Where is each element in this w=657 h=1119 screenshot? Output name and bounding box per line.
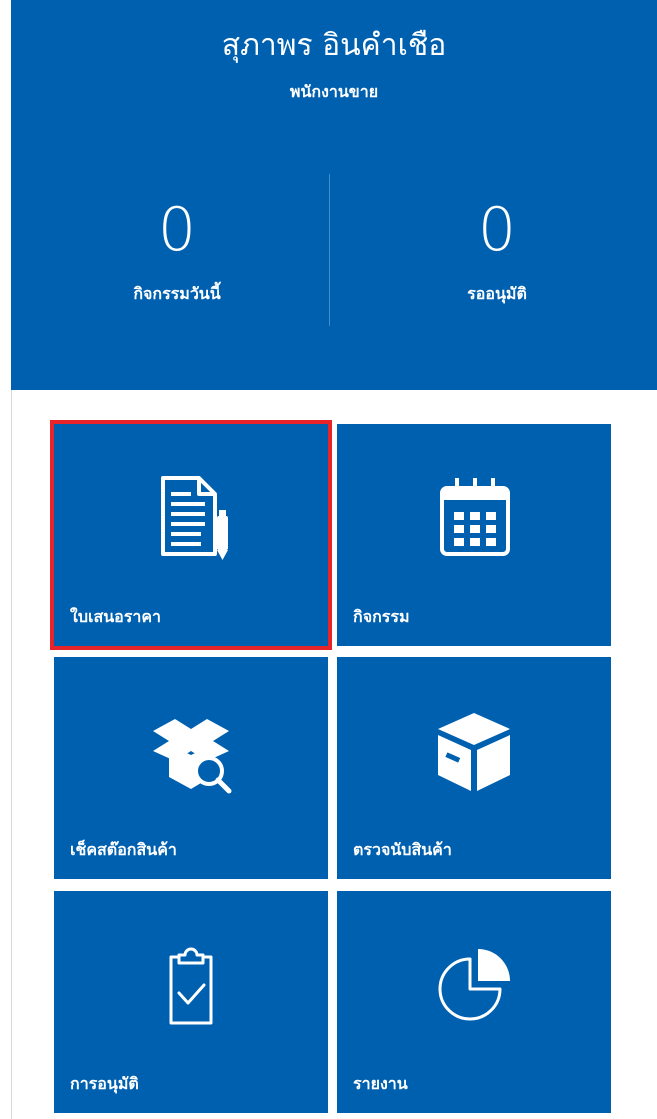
tile-quotation-label: ใบเสนอราคา [70, 607, 162, 626]
stat-pending-approval-label: รออนุมัติ [467, 284, 527, 303]
tile-stock-count-label: ตรวจนับสินค้า [353, 840, 452, 859]
stat-divider [329, 174, 330, 326]
profile-header: สุภาพร อินคำเชือ พนักงานขาย 0 กิจกรรมวัน… [11, 0, 657, 390]
stat-activities-today[interactable]: 0 กิจกรรมวันนี้ [57, 200, 297, 306]
tile-stock-check-label: เช็คสต๊อกสินค้า [70, 840, 177, 859]
tile-approval[interactable]: การอนุมัติ [54, 891, 328, 1113]
tile-stock-check[interactable]: เช็คสต๊อกสินค้า [54, 657, 328, 879]
tile-activities-label: กิจกรรม [353, 607, 410, 626]
tile-reports[interactable]: รายงาน [337, 891, 611, 1113]
calendar-icon [440, 478, 510, 556]
stat-pending-approval-value: 0 [477, 195, 517, 265]
user-name: สุภาพร อินคำเชือ [221, 28, 447, 63]
tile-quotation[interactable]: ใบเสนอราคา [50, 420, 332, 650]
tile-stock-count[interactable]: ตรวจนับสินค้า [337, 657, 611, 879]
clipboard-check-icon [169, 947, 213, 1025]
stat-activities-today-value: 0 [157, 195, 197, 265]
tile-approval-label: การอนุมัติ [70, 1074, 139, 1093]
box-search-icon [153, 719, 232, 794]
stat-pending-approval[interactable]: 0 รออนุมัติ [377, 200, 617, 306]
stat-activities-today-label: กิจกรรมวันนี้ [133, 284, 221, 303]
box-icon [438, 713, 510, 791]
tile-reports-label: รายงาน [353, 1074, 408, 1093]
user-role: พนักงานขาย [289, 82, 379, 101]
document-edit-icon [161, 476, 228, 560]
tile-activities[interactable]: กิจกรรม [337, 424, 611, 646]
pie-chart-icon [438, 949, 510, 1021]
